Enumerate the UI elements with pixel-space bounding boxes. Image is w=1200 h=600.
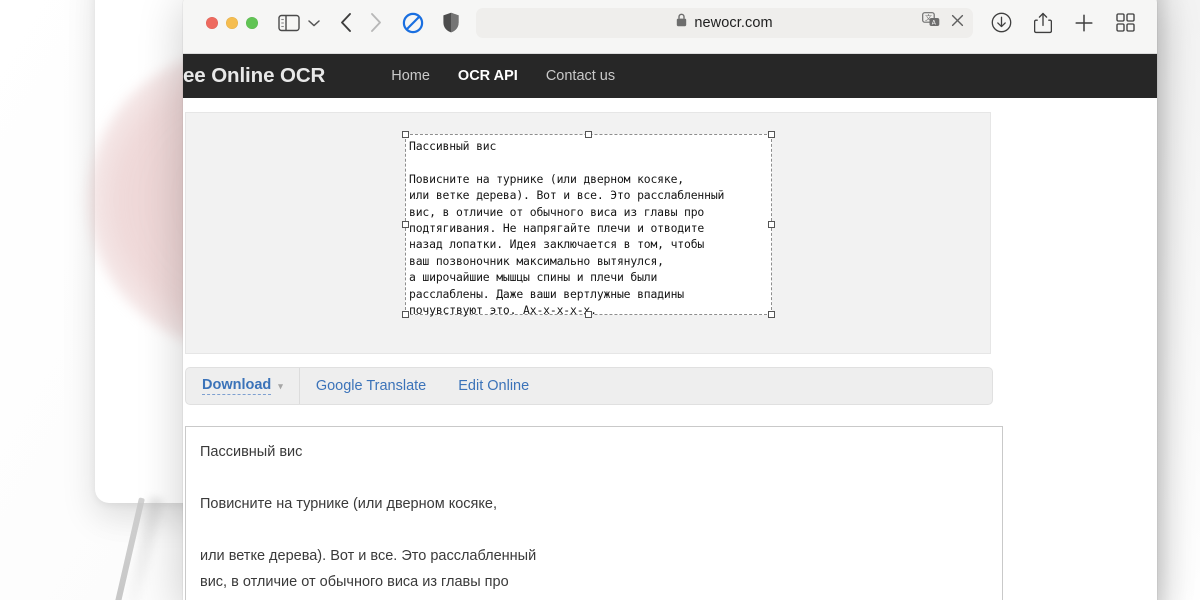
download-button[interactable]: Download ▾ — [186, 368, 300, 404]
ocr-result-textarea[interactable]: Пассивный вис Повисните на турнике (или … — [185, 426, 1003, 600]
address-bar-actions: 文 A — [922, 12, 964, 33]
resize-handle-bottom-right[interactable] — [768, 311, 775, 318]
url-text: newocr.com — [694, 15, 772, 31]
privacy-shield-icon[interactable] — [442, 12, 460, 33]
close-window-button[interactable] — [206, 17, 218, 29]
forward-arrow-icon[interactable] — [369, 12, 382, 33]
resize-handle-bottom-middle[interactable] — [585, 311, 592, 318]
address-bar[interactable]: newocr.com 文 A — [476, 8, 973, 38]
content-blocker-icon[interactable] — [402, 12, 424, 34]
resize-handle-middle-right[interactable] — [768, 221, 775, 228]
browser-window: newocr.com 文 A — [183, 0, 1157, 600]
result-action-toolbar: Download ▾ Google Translate Edit Online — [185, 367, 993, 405]
nav-item-ocr-api[interactable]: OCR API — [444, 68, 532, 84]
edit-online-link[interactable]: Edit Online — [442, 368, 545, 404]
resize-handle-bottom-left[interactable] — [402, 311, 409, 318]
tab-overview-icon[interactable] — [1116, 13, 1135, 32]
new-tab-icon[interactable] — [1074, 13, 1094, 33]
ocr-overlay-text: Пассивный вис Повисните на турнике (или … — [409, 138, 768, 318]
chevron-down-icon: ▾ — [278, 382, 283, 391]
site-navbar: ee Online OCR Home OCR API Contact us — [183, 54, 1157, 98]
page-content: Пассивный вис Повисните на турнике (или … — [183, 98, 1157, 600]
resize-handle-top-right[interactable] — [768, 131, 775, 138]
window-controls — [206, 17, 258, 29]
chevron-down-icon[interactable] — [302, 19, 326, 27]
share-icon[interactable] — [1034, 12, 1052, 34]
browser-toolbar: newocr.com 文 A — [183, 0, 1157, 54]
translate-icon[interactable]: 文 A — [922, 12, 940, 33]
ocr-result-text: Пассивный вис Повисните на турнике (или … — [200, 439, 988, 600]
ocr-preview-area: Пассивный вис Повисните на турнике (или … — [185, 112, 991, 354]
resize-handle-top-middle[interactable] — [585, 131, 592, 138]
close-x-icon[interactable] — [951, 14, 964, 32]
minimize-window-button[interactable] — [226, 17, 238, 29]
nav-item-home[interactable]: Home — [377, 68, 444, 84]
resize-handle-top-left[interactable] — [402, 131, 409, 138]
lock-icon — [676, 13, 687, 32]
nav-links: Home OCR API Contact us — [377, 68, 629, 84]
nav-item-contact-us[interactable]: Contact us — [532, 68, 629, 84]
maximize-window-button[interactable] — [246, 17, 258, 29]
address-bar-content: newocr.com — [676, 13, 772, 32]
toolbar-right-actions — [991, 12, 1135, 34]
ocr-selection-box[interactable]: Пассивный вис Повисните на турнике (или … — [405, 134, 772, 315]
resize-handle-middle-left[interactable] — [402, 221, 409, 228]
download-label: Download — [202, 377, 271, 395]
back-arrow-icon[interactable] — [340, 12, 353, 33]
screenshot-stage: newocr.com 文 A — [0, 0, 1200, 600]
google-translate-link[interactable]: Google Translate — [300, 368, 442, 404]
site-brand[interactable]: ee Online OCR — [183, 64, 325, 88]
sidebar-toggle-icon[interactable] — [278, 14, 300, 32]
downloads-icon[interactable] — [991, 12, 1012, 33]
